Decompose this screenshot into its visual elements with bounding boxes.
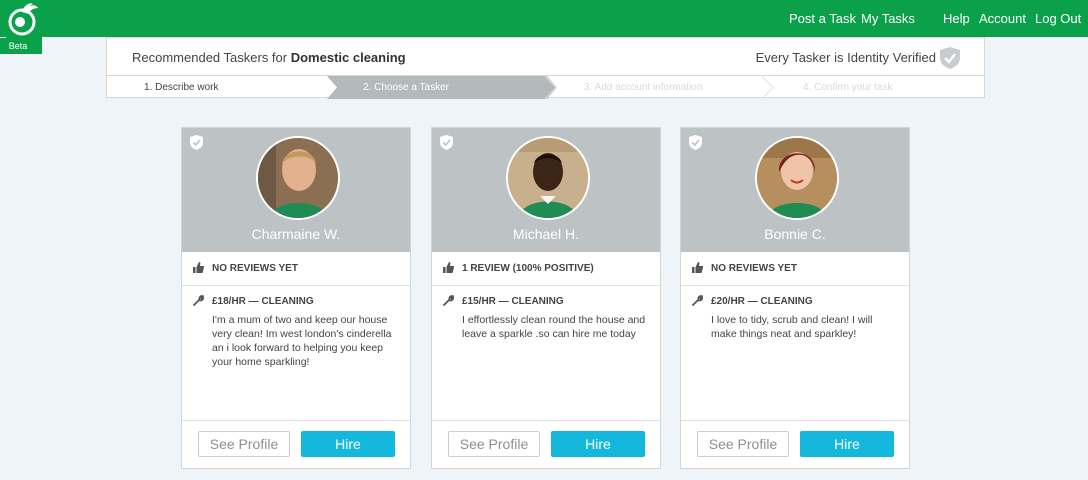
tasker-card-actions: See Profile Hire [432, 420, 660, 469]
tasker-avatar[interactable] [256, 136, 340, 220]
step-describe-work[interactable]: 1. Describe work [144, 76, 218, 99]
tasker-card-header: Michael H. [432, 128, 660, 252]
step-add-account: 3. Add account information [584, 82, 703, 93]
reviews-text: NO REVIEWS YET [212, 263, 298, 274]
post-task-link[interactable]: Post a Task [789, 0, 856, 37]
account-link[interactable]: Account [979, 0, 1026, 37]
tasker-bio: I effortlessly clean round the house and… [462, 314, 646, 340]
see-profile-button[interactable]: See Profile [697, 431, 789, 457]
rabbit-logo-icon [8, 3, 38, 36]
recommended-panel: Recommended Taskers for Domestic cleanin… [106, 37, 985, 99]
tasker-bio: I'm a mum of two and keep our house very… [212, 314, 392, 368]
log-out-link[interactable]: Log Out [1035, 0, 1081, 37]
step-divider-icon [762, 76, 774, 99]
help-link[interactable]: Help [943, 0, 970, 37]
wrench-icon [443, 295, 454, 306]
hourly-rate: £20/HR — CLEANING [711, 296, 813, 307]
tasker-card-header: Charmaine W. [182, 128, 410, 252]
reviews-text: 1 REVIEW (100% POSITIVE) [462, 263, 594, 274]
top-nav-bar: Beta Post a Task My Tasks Help Account L… [0, 0, 1088, 54]
tasker-reviews: 1 REVIEW (100% POSITIVE) [432, 252, 660, 286]
tasker-name[interactable]: Charmaine W. [182, 226, 410, 242]
step-divider-icon [545, 76, 557, 99]
task-category: Domestic cleaning [290, 50, 406, 65]
hire-button[interactable]: Hire [301, 431, 395, 457]
tasker-photo [258, 138, 338, 218]
verified-shield-icon [190, 135, 203, 150]
my-tasks-link[interactable]: My Tasks [861, 0, 915, 37]
tasker-card: Michael H. 1 REVIEW (100% POSITIVE) £15/… [431, 127, 661, 469]
hire-button[interactable]: Hire [551, 431, 645, 457]
tasker-card-header: Bonnie C. [681, 128, 909, 252]
progress-steps: 1. Describe work 2. Choose a Tasker 3. A… [107, 75, 984, 99]
tasker-name[interactable]: Michael H. [432, 226, 660, 242]
beta-badge: Beta [0, 38, 36, 54]
page-title: Recommended Taskers for Domestic cleanin… [132, 50, 406, 65]
wrench-icon [193, 295, 204, 306]
tasker-reviews: NO REVIEWS YET [182, 252, 410, 286]
tasker-photo [757, 138, 837, 218]
tasker-photo [508, 138, 588, 218]
tasker-bio: I love to tidy, scrub and clean! I will … [711, 314, 873, 340]
tasker-name[interactable]: Bonnie C. [681, 226, 909, 242]
step-confirm-task: 4. Confirm your task [803, 82, 893, 93]
tasker-card: Bonnie C. NO REVIEWS YET £20/HR — CLEANI… [680, 127, 910, 469]
reviews-text: NO REVIEWS YET [711, 263, 797, 274]
thumbs-up-icon [443, 262, 454, 273]
verified-shield-icon [940, 47, 960, 69]
thumbs-up-icon [193, 262, 204, 273]
wrench-icon [692, 295, 703, 306]
page-title-prefix: Recommended Taskers for [132, 50, 291, 65]
thumbs-up-icon [692, 262, 703, 273]
see-profile-button[interactable]: See Profile [448, 431, 540, 457]
tasker-avatar[interactable] [755, 136, 839, 220]
tasker-card-actions: See Profile Hire [182, 420, 410, 469]
tasker-reviews: NO REVIEWS YET [681, 252, 909, 286]
tasker-card-actions: See Profile Hire [681, 420, 909, 469]
verified-shield-icon [689, 135, 702, 150]
tasker-avatar[interactable] [506, 136, 590, 220]
step-choose-tasker[interactable]: 2. Choose a Tasker [363, 76, 449, 99]
see-profile-button[interactable]: See Profile [198, 431, 290, 457]
verified-shield-icon [440, 135, 453, 150]
hourly-rate: £15/HR — CLEANING [462, 296, 564, 307]
hourly-rate: £18/HR — CLEANING [212, 296, 314, 307]
identity-verified-text: Every Tasker is Identity Verified [755, 50, 936, 65]
hire-button[interactable]: Hire [800, 431, 894, 457]
tasker-card: Charmaine W. NO REVIEWS YET £18/HR — CLE… [181, 127, 411, 469]
